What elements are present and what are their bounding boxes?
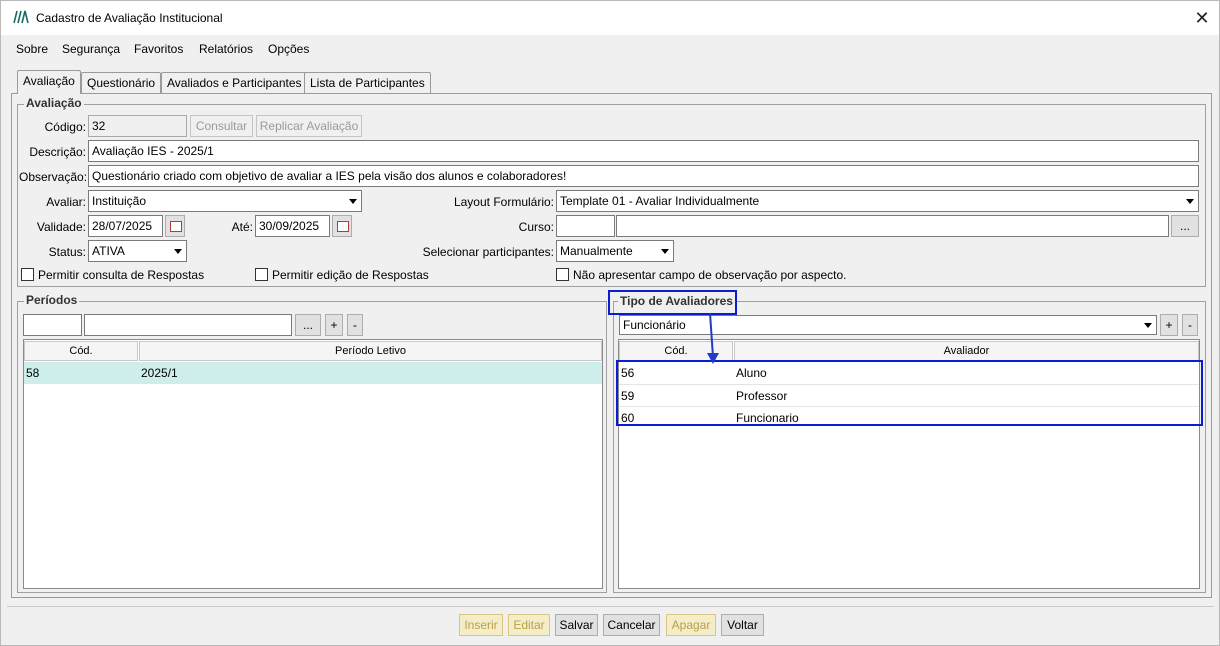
avaliador-add-button[interactable]: + (1160, 314, 1178, 336)
selecionar-participantes-value: Manualmente (560, 244, 633, 258)
title-bar: Cadastro de Avaliação Institucional ✕ (1, 1, 1219, 35)
descricao-field[interactable]: Avaliação IES - 2025/1 (88, 140, 1199, 162)
periodo-name-field[interactable] (84, 314, 292, 336)
observacao-label: Observação: (19, 170, 88, 184)
permitir-edicao-checkbox[interactable] (255, 268, 268, 281)
highlight-rows-box (616, 360, 1203, 426)
avaliador-remove-button[interactable]: - (1182, 314, 1198, 336)
observacao-field[interactable]: Questionário criado com objetivo de aval… (88, 165, 1199, 187)
close-icon[interactable]: ✕ (1191, 7, 1213, 29)
avaliador-select-value: Funcionário (623, 318, 686, 332)
permitir-edicao-label: Permitir edição de Respostas (272, 268, 429, 282)
arrow-down-icon (707, 313, 719, 364)
codigo-label: Código: (44, 120, 86, 134)
editar-button[interactable]: Editar (508, 614, 550, 636)
menu-relatorios[interactable]: Relatórios (199, 42, 253, 56)
layout-formulario-value: Template 01 - Avaliar Individualmente (560, 194, 760, 208)
avaliar-select-value: Instituição (92, 194, 147, 208)
permitir-consulta-checkbox[interactable] (21, 268, 34, 281)
status-select[interactable]: ATIVA (88, 240, 187, 262)
descricao-label: Descrição: (29, 145, 86, 159)
menu-opcoes[interactable]: Opções (268, 42, 309, 56)
inserir-button[interactable]: Inserir (459, 614, 503, 636)
tab-avaliacao[interactable]: Avaliação (17, 70, 81, 94)
highlight-title-box (608, 290, 737, 315)
selecionar-participantes-select[interactable]: Manualmente (556, 240, 674, 262)
replicar-avaliacao-button[interactable]: Replicar Avaliação (256, 115, 362, 137)
avaliador-select[interactable]: Funcionário (619, 315, 1157, 335)
chevron-down-icon (1186, 199, 1194, 204)
periodos-group-title: Períodos (24, 293, 80, 307)
chevron-down-icon (1144, 323, 1152, 328)
curso-label: Curso: (518, 220, 554, 234)
chevron-down-icon (349, 199, 357, 204)
codigo-field[interactable]: 32 (88, 115, 187, 137)
periodo-code-field[interactable] (23, 314, 82, 336)
validade-field[interactable]: 28/07/2025 (88, 215, 163, 237)
curso-browse-button[interactable]: ... (1171, 215, 1199, 237)
nao-apresentar-observacao-label: Não apresentar campo de observação por a… (573, 268, 847, 282)
curso-name-field[interactable] (616, 215, 1169, 237)
avaliar-select[interactable]: Instituição (88, 190, 362, 212)
curso-code-field[interactable] (556, 215, 615, 237)
main-window: Cadastro de Avaliação Institucional ✕ So… (0, 0, 1220, 646)
voltar-button[interactable]: Voltar (721, 614, 764, 636)
column-header[interactable]: Cód. (24, 341, 138, 361)
layout-formulario-label: Layout Formulário: (453, 195, 554, 209)
ate-field[interactable]: 30/09/2025 (255, 215, 330, 237)
cancelar-button[interactable]: Cancelar (603, 614, 660, 636)
app-logo-icon (13, 10, 29, 24)
column-header[interactable]: Avaliador (734, 341, 1199, 361)
status-select-value: ATIVA (92, 244, 125, 258)
cell-cod: 58 (26, 366, 40, 380)
permitir-consulta-label: Permitir consulta de Respostas (38, 268, 205, 282)
cell-periodo: 2025/1 (141, 366, 178, 380)
table-row[interactable]: 58 2025/1 (24, 362, 602, 384)
chevron-down-icon (174, 249, 182, 254)
calendar-icon[interactable] (332, 215, 352, 237)
consultar-button[interactable]: Consultar (190, 115, 253, 137)
periodos-grid[interactable]: Cód. Período Letivo 58 2025/1 (23, 339, 603, 589)
avaliar-label: Avaliar: (46, 195, 86, 209)
periodo-browse-button[interactable]: ... (295, 314, 321, 336)
ate-label: Até: (231, 220, 253, 234)
tab-lista-participantes[interactable]: Lista de Participantes (304, 72, 431, 93)
window-title: Cadastro de Avaliação Institucional (36, 11, 223, 25)
tab-avaliados-participantes[interactable]: Avaliados e Participantes (161, 72, 308, 93)
status-label: Status: (48, 245, 86, 259)
periodo-remove-button[interactable]: - (347, 314, 363, 336)
column-header[interactable]: Período Letivo (139, 341, 602, 361)
validade-label: Validade: (36, 220, 86, 234)
salvar-button[interactable]: Salvar (555, 614, 598, 636)
calendar-icon[interactable] (165, 215, 185, 237)
menu-favoritos[interactable]: Favoritos (134, 42, 183, 56)
nao-apresentar-observacao-checkbox[interactable] (556, 268, 569, 281)
periodo-add-button[interactable]: + (325, 314, 343, 336)
selecionar-participantes-label: Selecionar participantes: (422, 245, 554, 259)
chevron-down-icon (661, 249, 669, 254)
menu-bar: Sobre Segurança Favoritos Relatórios Opç… (1, 35, 1219, 62)
apagar-button[interactable]: Apagar (666, 614, 716, 636)
tab-questionario[interactable]: Questionário (81, 72, 162, 93)
avaliacao-group-title: Avaliação (24, 96, 84, 110)
menu-seguranca[interactable]: Segurança (62, 42, 120, 56)
layout-formulario-select[interactable]: Template 01 - Avaliar Individualmente (556, 190, 1199, 212)
menu-sobre[interactable]: Sobre (16, 42, 48, 56)
